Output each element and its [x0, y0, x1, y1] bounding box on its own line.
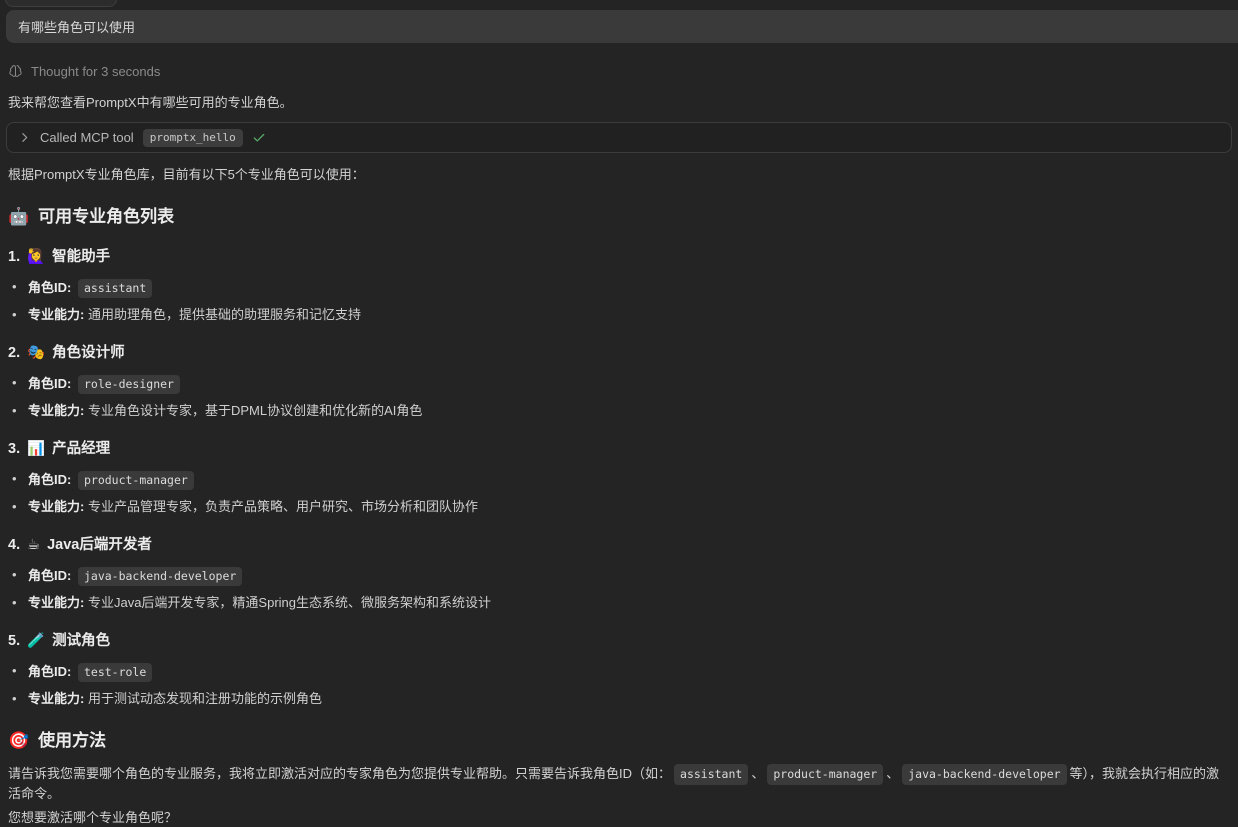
- role-id-item: 角色ID: role-designer: [8, 375, 1230, 394]
- role-id-chip: test-role: [78, 663, 152, 682]
- brain-icon: [8, 64, 23, 79]
- section-heading-usage: 🎯 使用方法: [8, 730, 1230, 751]
- role-id-chip: product-manager: [78, 471, 194, 490]
- role-id-item: 角色ID: assistant: [8, 279, 1230, 298]
- role-heading-assistant: 1. 🙋‍♀️ 智能助手: [8, 249, 1230, 266]
- role-ability-item: 专业能力: 通用助理角色，提供基础的助理服务和记忆支持: [8, 307, 1230, 323]
- role-ability-item: 专业能力: 专业角色设计专家，基于DPML协议创建和优化新的AI角色: [8, 403, 1230, 419]
- role-ability-item: 专业能力: 专业Java后端开发专家，精通Spring生态系统、微服务架构和系统…: [8, 595, 1230, 611]
- assistant-answer: 根据PromptX专业角色库，目前有以下5个专业角色可以使用： 🤖 可用专业角色…: [0, 167, 1238, 826]
- role-id-chip: role-designer: [78, 375, 180, 394]
- role-id-chip: java-backend-developer: [78, 567, 242, 586]
- role-id-item: 角色ID: product-manager: [8, 471, 1230, 490]
- tool-call-label: Called MCP tool: [40, 130, 134, 145]
- coffee-emoji: ☕: [27, 537, 40, 554]
- inline-code-assistant: assistant: [674, 764, 748, 785]
- tool-name-badge: promptx_hello: [143, 129, 243, 147]
- role-id-chip: assistant: [78, 279, 152, 298]
- user-message[interactable]: 有哪些角色可以使用: [6, 10, 1238, 43]
- answer-lead-text: 根据PromptX专业角色库，目前有以下5个专业角色可以使用：: [8, 167, 1230, 183]
- role-heading-product-manager: 3. 📊 产品经理: [8, 441, 1230, 458]
- role-heading-role-designer: 2. 🎭 角色设计师: [8, 345, 1230, 362]
- role-props: 角色ID: product-manager 专业能力: 专业产品管理专家，负责产…: [8, 471, 1230, 515]
- role-props: 角色ID: assistant 专业能力: 通用助理角色，提供基础的助理服务和记…: [8, 279, 1230, 323]
- bar-chart-emoji: 📊: [27, 441, 45, 458]
- role-props: 角色ID: role-designer 专业能力: 专业角色设计专家，基于DPM…: [8, 375, 1230, 419]
- role-heading-java-backend: 4. ☕ Java后端开发者: [8, 537, 1230, 554]
- inline-code-product-manager: product-manager: [767, 764, 883, 785]
- mcp-tool-call[interactable]: Called MCP tool promptx_hello: [6, 122, 1232, 153]
- role-ability-item: 专业能力: 用于测试动态发现和注册功能的示例角色: [8, 691, 1230, 707]
- chevron-right-icon: [18, 131, 31, 144]
- role-id-item: 角色ID: test-role: [8, 663, 1230, 682]
- role-ability-item: 专业能力: 专业产品管理专家，负责产品策略、用户研究、市场分析和团队协作: [8, 499, 1230, 515]
- role-heading-test-role: 5. 🧪 测试角色: [8, 633, 1230, 650]
- user-message-text: 有哪些角色可以使用: [18, 17, 135, 36]
- thought-toggle[interactable]: Thought for 3 seconds: [8, 64, 1230, 79]
- check-icon: [252, 131, 266, 145]
- target-emoji: 🎯: [8, 730, 29, 751]
- chat-panel: 有哪些角色可以使用 Thought for 3 seconds 我来帮您查看Pr…: [0, 0, 1238, 827]
- test-tube-emoji: 🧪: [27, 633, 45, 650]
- assistant-intro-text: 我来帮您查看PromptX中有哪些可用的专业角色。: [8, 95, 1230, 111]
- role-props: 角色ID: java-backend-developer 专业能力: 专业Jav…: [8, 567, 1230, 611]
- inline-code-java-backend-developer: java-backend-developer: [902, 764, 1066, 785]
- role-props: 角色ID: test-role 专业能力: 用于测试动态发现和注册功能的示例角色: [8, 663, 1230, 707]
- previous-message-remnant: [5, 0, 117, 7]
- thought-label: Thought for 3 seconds: [31, 64, 160, 79]
- section-heading-roles: 🤖 可用专业角色列表: [8, 206, 1230, 227]
- closing-question: 您想要激活哪个专业角色呢？: [8, 810, 1230, 826]
- usage-paragraph: 请告诉我您需要哪个角色的专业服务，我将立即激活对应的专家角色为您提供专业帮助。只…: [8, 764, 1230, 803]
- raising-hand-emoji: 🙋‍♀️: [27, 249, 45, 266]
- role-id-item: 角色ID: java-backend-developer: [8, 567, 1230, 586]
- masks-emoji: 🎭: [27, 345, 45, 362]
- robot-emoji: 🤖: [8, 206, 29, 227]
